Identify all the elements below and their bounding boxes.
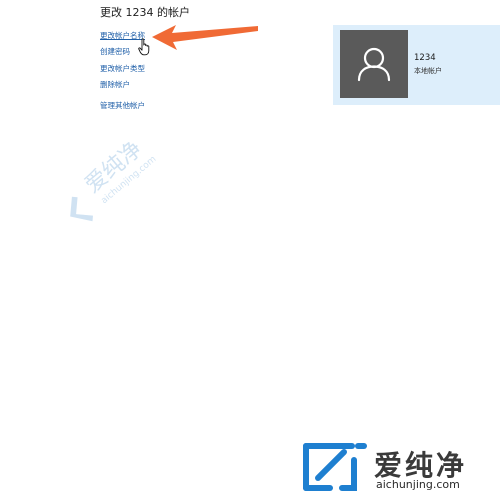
watermark-logo: 爱纯净 aichunjing.com: [300, 440, 496, 496]
hand-pointer-icon: [138, 38, 150, 56]
manage-other-accounts-link[interactable]: 管理其他帐户: [100, 101, 145, 110]
watermark-url-diagonal: aichunjing.com: [99, 154, 158, 206]
watermark-brand-diagonal: 爱纯净: [81, 137, 148, 199]
aichunjing-logo-icon: [303, 443, 367, 491]
page-title: 更改 1234 的帐户: [100, 6, 190, 19]
avatar: [340, 30, 408, 98]
user-silhouette-icon: [357, 47, 391, 82]
arrow-annotation-icon: [152, 25, 258, 50]
watermark-url: aichunjing.com: [376, 478, 460, 491]
delete-account-link[interactable]: 删除帐户: [100, 80, 130, 89]
watermark-diagonal: 爱纯净 aichunjing.com: [70, 137, 158, 222]
account-card: 1234 本地帐户: [333, 25, 500, 105]
account-name: 1234: [414, 53, 436, 63]
account-type: 本地帐户: [414, 67, 442, 75]
change-account-type-link[interactable]: 更改帐户类型: [100, 64, 145, 73]
create-password-link[interactable]: 创建密码: [100, 47, 130, 56]
